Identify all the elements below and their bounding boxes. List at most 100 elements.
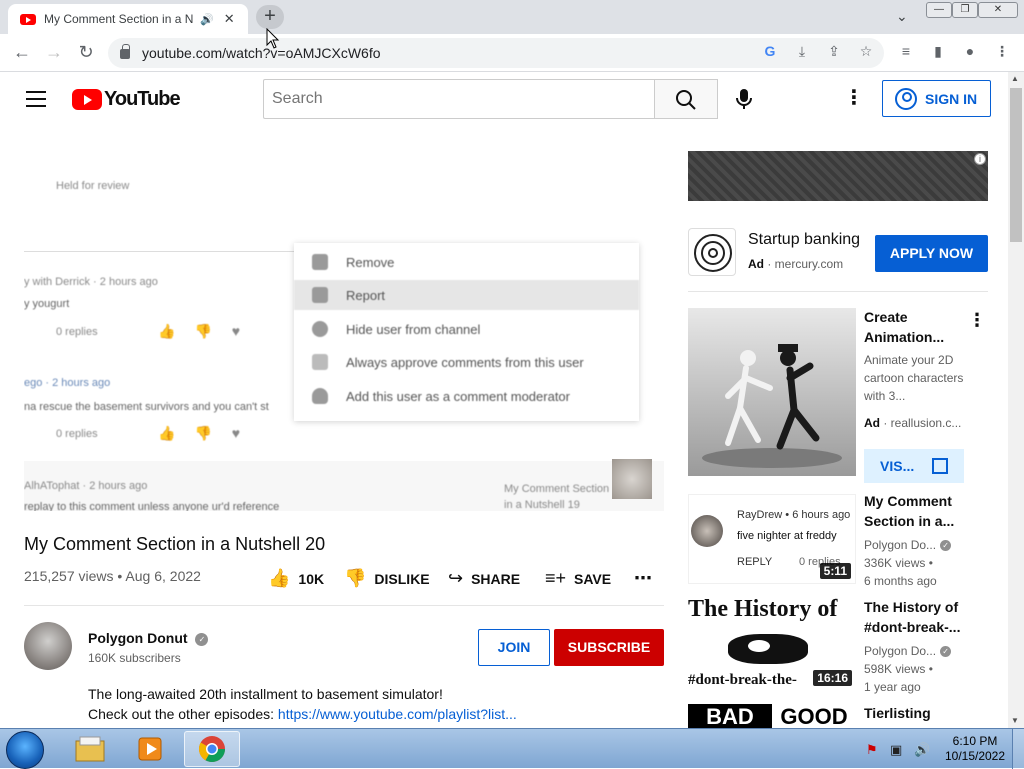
volume-icon[interactable]: 🔊 <box>914 742 930 758</box>
voice-search-button[interactable] <box>728 83 760 115</box>
network-warning-icon[interactable]: ⚑ <box>866 742 878 758</box>
close-window-button[interactable]: ✕ <box>978 2 1018 18</box>
end-screen-thumbnail[interactable] <box>612 459 652 499</box>
menu-item-always-approve: Always approve comments from this user <box>294 347 639 377</box>
network-icon[interactable]: ▣ <box>890 742 902 758</box>
menu-item-hide-user: Hide user from channel <box>294 314 639 344</box>
search-button[interactable] <box>654 79 718 119</box>
menu-item-label: Add this user as a comment moderator <box>346 388 570 404</box>
scrollbar-thumb[interactable] <box>1010 88 1022 242</box>
account-circle-icon <box>895 87 917 110</box>
advertiser-logo[interactable] <box>688 228 736 276</box>
apply-now-button[interactable]: APPLY NOW <box>875 235 988 272</box>
ad-title[interactable]: Startup banking <box>748 231 860 249</box>
playlist-link[interactable]: https://www.youtube.com/playlist?list... <box>278 706 517 722</box>
search-input[interactable] <box>263 79 655 119</box>
share-button[interactable]: ↪ SHARE <box>448 568 520 589</box>
share-page-icon[interactable]: ⇪ <box>824 43 844 60</box>
video-views-date: 215,257 views • Aug 6, 2022 <box>24 568 201 584</box>
google-lens-icon[interactable]: G <box>760 43 780 59</box>
settings-more-icon[interactable]: ⋮ <box>842 88 866 112</box>
sidebar-video-title[interactable]: Tierlisting <box>864 703 984 723</box>
video-player[interactable]: Held for review y with Derrick · 2 hours… <box>24 151 664 511</box>
sidebar-video-title[interactable]: The History of #dont-break-... <box>864 597 984 637</box>
youtube-logo-text: YouTube <box>104 88 181 110</box>
scroll-up-arrow-icon[interactable]: ▲ <box>1011 74 1019 83</box>
description-line: Check out the other episodes: https://ww… <box>88 706 517 722</box>
dislike-button[interactable]: 👎 DISLIKE <box>344 568 430 589</box>
system-clock[interactable]: 6:10 PM 10/15/2022 <box>940 734 1010 764</box>
ad-info-icon[interactable]: i <box>974 153 986 165</box>
windows-start-button[interactable] <box>6 731 44 769</box>
url-text: youtube.com/watch?v=oAMJCXcW6fo <box>142 45 381 61</box>
video-duration: 16:16 <box>813 670 852 686</box>
youtube-logo[interactable]: YouTube <box>72 88 181 111</box>
dancing-figures-image <box>702 344 842 468</box>
subscribe-button[interactable]: SUBSCRIBE <box>554 629 664 666</box>
sidebar-thumbnail[interactable] <box>688 308 856 476</box>
sidebar-age: 6 months ago <box>864 574 937 588</box>
menu-item-label: Report <box>346 287 386 303</box>
reload-icon[interactable]: ↻ <box>74 42 98 63</box>
bookmark-star-icon[interactable]: ☆ <box>856 43 876 60</box>
side-panel-icon[interactable]: ▮ <box>928 43 948 60</box>
verified-check-icon: ✓ <box>940 646 952 658</box>
thumb-comment-text: five nighter at freddy <box>737 530 837 542</box>
lock-icon[interactable] <box>120 44 130 59</box>
sidebar-video-title[interactable]: Create Animation... <box>864 307 984 347</box>
sidebar-thumbnail[interactable]: The History of #dont-break-the- 16:16 <box>688 598 856 690</box>
hamburger-menu-icon[interactable] <box>26 91 46 107</box>
ad-banner-image[interactable] <box>688 151 988 201</box>
mouse-cursor-icon <box>266 28 280 49</box>
comment-avatar <box>691 515 723 547</box>
comment-author: ego · 2 hours ago <box>24 377 111 389</box>
sidebar-thumbnail[interactable]: RayDrew • 6 hours ago five nighter at fr… <box>688 494 856 584</box>
comment-context-menu: Remove Report Hide user from channel Alw… <box>294 243 639 421</box>
mercury-logo-icon <box>694 234 732 272</box>
speaker-icon[interactable]: 🔊 <box>200 13 214 26</box>
like-button[interactable]: 👍 10K <box>268 568 324 589</box>
sign-in-button[interactable]: SIGN IN <box>882 80 991 117</box>
sidebar-video-title[interactable]: My Comment Section in a... <box>864 491 984 531</box>
tab-title: My Comment Section in a Nutshell 20 - Yo… <box>44 12 194 26</box>
folder-icon <box>75 736 105 762</box>
tab-search-chevron-icon[interactable]: ⌄ <box>896 8 908 25</box>
share-arrow-icon: ↪ <box>448 568 464 588</box>
taskbar-media-player[interactable] <box>122 731 178 767</box>
join-button[interactable]: JOIN <box>478 629 550 666</box>
sidebar-more-icon[interactable]: ⋮ <box>968 310 986 331</box>
end-screen-title: My Comment Section in a Nutshell 19 <box>504 483 610 511</box>
thumb-subheading: #dont-break-the- <box>688 672 797 688</box>
profile-icon[interactable]: ● <box>960 43 980 59</box>
scroll-down-arrow-icon[interactable]: ▼ <box>1011 716 1019 725</box>
close-tab-icon[interactable]: ✕ <box>224 11 235 27</box>
player-divider <box>24 251 294 252</box>
more-actions-icon[interactable]: ⋯ <box>634 568 652 589</box>
maximize-window-button[interactable]: ❐ <box>952 2 978 18</box>
install-app-icon[interactable]: ⤓ <box>792 43 812 60</box>
forward-arrow-icon[interactable]: → <box>42 42 66 63</box>
channel-name-row[interactable]: Polygon Donut ✓ <box>88 630 209 646</box>
new-tab-button[interactable]: + <box>256 5 284 29</box>
channel-avatar[interactable] <box>24 622 72 670</box>
section-divider <box>24 605 664 606</box>
thumb-reply: REPLY <box>737 556 773 568</box>
taskbar-chrome[interactable] <box>184 731 240 767</box>
browser-tab[interactable]: My Comment Section in a Nutshell 20 - Yo… <box>8 4 248 34</box>
save-button[interactable]: ≡+ SAVE <box>545 568 611 589</box>
browser-menu-icon[interactable]: ⋮ <box>992 43 1012 60</box>
back-arrow-icon[interactable]: ← <box>10 42 34 63</box>
comment-text: replay to this comment unless anyone ur'… <box>24 501 280 511</box>
clock-time: 6:10 PM <box>952 734 998 748</box>
show-desktop-button[interactable] <box>1012 729 1024 769</box>
sidebar-thumbnail[interactable]: BAD GOOD <box>688 704 856 728</box>
chrome-icon <box>198 736 226 763</box>
menu-item-label: Always approve comments from this user <box>346 354 584 370</box>
media-control-icon[interactable]: ≡ <box>896 43 916 59</box>
menu-item-add-moderator: Add this user as a comment moderator <box>294 381 639 411</box>
minimize-window-button[interactable]: — <box>926 2 952 18</box>
taskbar-explorer[interactable] <box>62 731 118 767</box>
comment-replies: 0 replies <box>56 326 98 338</box>
trash-icon <box>312 254 328 270</box>
visit-site-button[interactable]: VIS... <box>864 449 964 483</box>
